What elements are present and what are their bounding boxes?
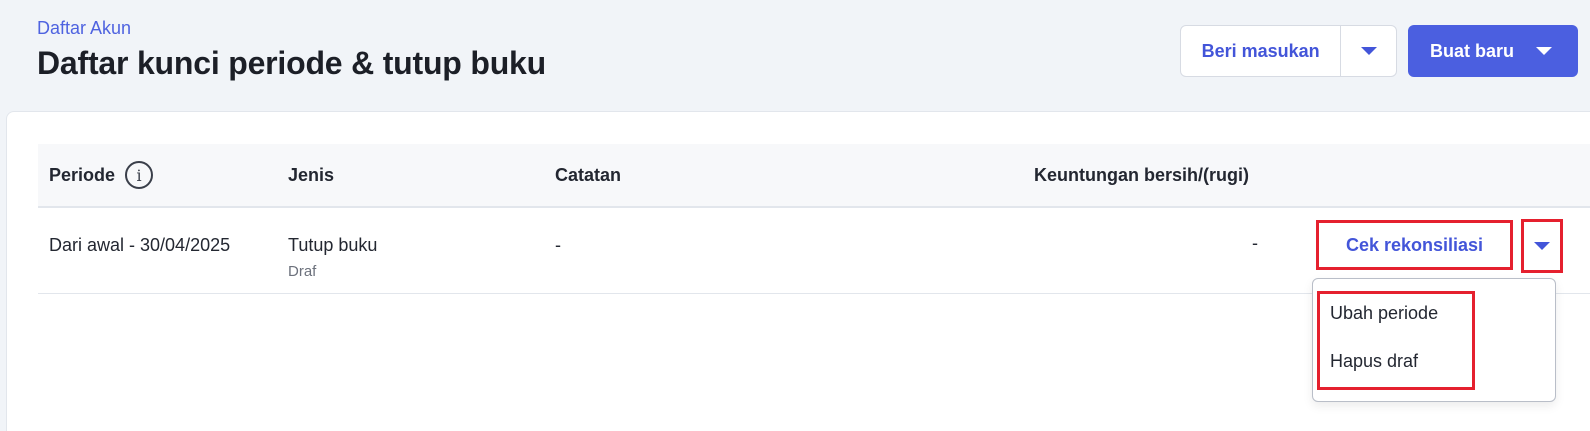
row-action-group: Cek rekonsiliasi	[1316, 219, 1566, 273]
menu-item-delete-draft[interactable]: Hapus draf	[1330, 351, 1418, 372]
feedback-button-group: Beri masukan	[1180, 25, 1397, 77]
net-profit-cell: -	[1252, 233, 1258, 253]
page: Daftar Akun Daftar kunci periode & tutup…	[0, 0, 1590, 431]
column-header-period: Periode i	[49, 144, 154, 206]
chevron-down-icon	[1534, 242, 1550, 250]
feedback-button[interactable]: Beri masukan	[1181, 26, 1340, 76]
row-actions-dropdown-toggle[interactable]	[1521, 219, 1563, 273]
feedback-dropdown-toggle[interactable]	[1340, 26, 1396, 76]
status-label: Draf	[288, 263, 317, 280]
chevron-down-icon	[1360, 47, 1377, 55]
chevron-down-icon	[1536, 47, 1553, 55]
table-header: Periode i Jenis Catatan Keuntungan bersi…	[38, 144, 1590, 208]
column-header-type: Jenis	[288, 164, 335, 185]
check-reconciliation-button[interactable]: Cek rekonsiliasi	[1316, 220, 1513, 270]
info-icon[interactable]: i	[125, 161, 154, 189]
create-new-button[interactable]: Buat baru	[1408, 25, 1578, 77]
note-cell: -	[555, 235, 561, 255]
menu-item-edit-period[interactable]: Ubah periode	[1330, 303, 1438, 324]
create-new-label: Buat baru	[1430, 40, 1515, 61]
page-title: Daftar kunci periode & tutup buku	[37, 45, 546, 81]
breadcrumb[interactable]: Daftar Akun	[37, 18, 131, 39]
column-header-period-label: Periode	[49, 164, 116, 185]
column-header-net-profit: Keuntungan bersih/(rugi)	[1034, 164, 1249, 185]
type-cell: Tutup buku	[288, 235, 378, 255]
column-header-note: Catatan	[555, 164, 622, 185]
row-actions-menu: Ubah periode Hapus draf	[1312, 278, 1556, 402]
period-cell: Dari awal - 30/04/2025	[49, 235, 231, 255]
